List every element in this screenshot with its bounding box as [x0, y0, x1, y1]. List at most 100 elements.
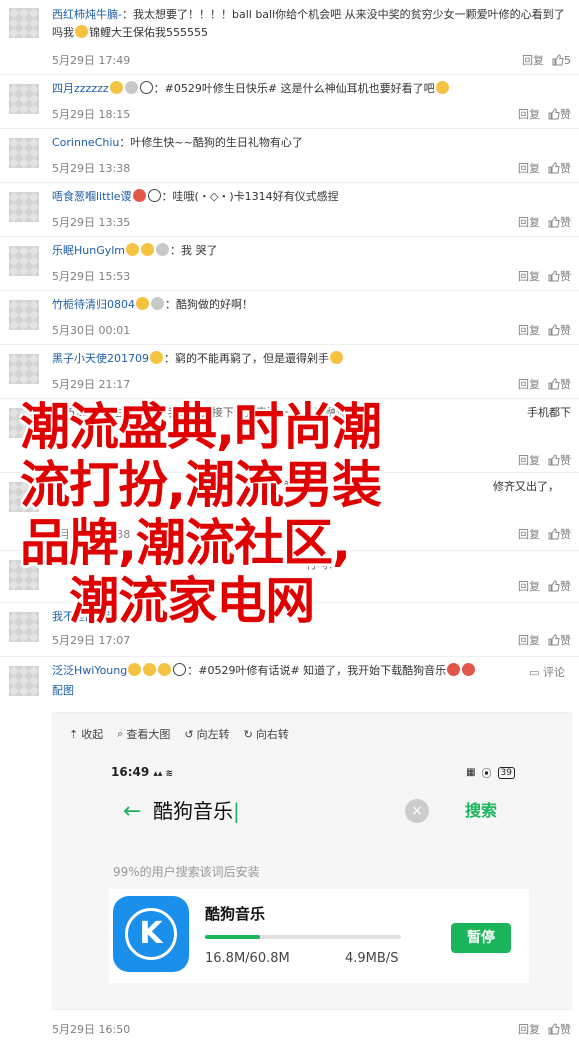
avatar[interactable]: [9, 246, 39, 276]
divider: [0, 602, 579, 603]
username[interactable]: 乐眠HunGylm: [52, 244, 125, 257]
thumb-up-icon: [548, 528, 560, 540]
timestamp: 5月29日 21:17: [52, 378, 131, 391]
thumb-up-icon: [548, 580, 560, 592]
thumb-up-icon: [548, 1023, 560, 1035]
username[interactable]: 我不是回-贷: [52, 610, 111, 623]
emoji-icon: [75, 25, 88, 38]
reply-button[interactable]: 回复: [518, 1021, 540, 1037]
comment-body: ：窮的不能再窮了，但是還得剁手: [164, 352, 329, 365]
avatar[interactable]: [9, 8, 39, 38]
username[interactable]: 泛泛HwiYoung: [52, 664, 127, 677]
avatar[interactable]: [9, 408, 39, 438]
avatar[interactable]: [9, 666, 39, 696]
image-toolbar: ⇡ 收起 ⌕ 查看大图 ↺ 向左转 ↻ 向右转: [69, 726, 289, 742]
comment-body: #0529叶修生日快乐# 我选了直接下载直表演一下... 速融速乐: [52, 406, 358, 419]
like-button[interactable]: 赞: [548, 452, 571, 468]
emoji-icon: [141, 243, 155, 256]
avatar[interactable]: [9, 560, 39, 590]
like-button[interactable]: 赞: [548, 268, 571, 284]
avatar[interactable]: [9, 612, 39, 642]
reply-button[interactable]: 回复: [518, 322, 540, 338]
emoji-icon: [330, 351, 343, 364]
username[interactable]: 四月zzzzzz: [52, 82, 109, 95]
thumb-up-icon: [548, 216, 560, 228]
overlay-line: 品牌,潮流社区,: [20, 514, 351, 572]
comment-button[interactable]: ▭ 评论: [529, 664, 565, 680]
reply-button[interactable]: 回复: [518, 526, 540, 542]
comment-meta: 回复赞: [52, 578, 571, 594]
badge-icon: [156, 243, 170, 256]
comment-body: 帅啊，希望...: [250, 480, 316, 493]
like-button[interactable]: 5: [552, 54, 571, 67]
avatar[interactable]: [9, 84, 39, 114]
attached-image[interactable]: ⇡ 收起 ⌕ 查看大图 ↺ 向左转 ↻ 向右转 16:49 ▴▴ ≋ ▦ ⦿ 39 ← 酷狗…: [52, 712, 572, 1010]
like-button[interactable]: 赞: [548, 160, 571, 176]
timestamp: 5月29日 13:38: [52, 162, 131, 175]
divider: [0, 472, 579, 473]
divider: [0, 344, 579, 345]
v-badge-icon: [136, 297, 149, 310]
avatar[interactable]: [9, 482, 39, 512]
pause-button[interactable]: 暂停: [451, 923, 511, 953]
reply-button[interactable]: 回复: [518, 376, 540, 392]
reply-button[interactable]: 回复: [518, 268, 540, 284]
avatar[interactable]: [9, 138, 39, 168]
comment-meta: 5月29日 17:07 回复赞: [52, 632, 571, 648]
like-button[interactable]: 赞: [548, 1021, 571, 1037]
like-button[interactable]: 赞: [548, 632, 571, 648]
comment-text: 黑子小天使201709 ：窮的不能再窮了，但是還得剁手: [52, 350, 571, 368]
reply-button[interactable]: 回复: [518, 214, 540, 230]
back-arrow-icon[interactable]: ←: [123, 799, 141, 824]
comment-text: 四月zzzzzz ：#0529叶修生日快乐# 这是什么神仙耳机也要好看了吧: [52, 80, 571, 98]
thumb-up-icon: [548, 634, 560, 646]
username[interactable]: 黑子小天使201709: [52, 352, 149, 365]
like-button[interactable]: 赞: [548, 376, 571, 392]
view-large-button[interactable]: ⌕ 查看大图: [117, 726, 170, 742]
avatar[interactable]: [9, 354, 39, 384]
search-button[interactable]: 搜索: [465, 793, 497, 829]
divider: [0, 182, 579, 183]
panda-icon: [173, 663, 187, 676]
emoji-icon: [158, 663, 172, 676]
timestamp: 5月29日 16:50: [52, 1023, 131, 1036]
like-button[interactable]: 赞: [548, 578, 571, 594]
timestamp: 5月30日 00:01: [52, 324, 131, 337]
reply-button[interactable]: 回复: [518, 160, 540, 176]
divider: [0, 290, 579, 291]
emoji-icon: [435, 81, 449, 94]
avatar[interactable]: [9, 300, 39, 330]
like-button[interactable]: 赞: [548, 526, 571, 542]
like-button[interactable]: 赞: [548, 106, 571, 122]
timestamp: 5月29日 15:53: [52, 270, 131, 283]
collapse-button[interactable]: ⇡ 收起: [69, 726, 103, 742]
install-hint: 99%的用户搜索该词后安装: [113, 865, 260, 879]
download-speed: 4.9MB/S: [345, 951, 399, 966]
reply-button[interactable]: 回复: [518, 578, 540, 594]
username[interactable]: CorinneChiu: [52, 136, 119, 149]
emoji-icon: [126, 243, 140, 256]
comment-text: 行吗？: [306, 556, 339, 574]
username[interactable]: 唔食葱嗰little谡: [52, 190, 132, 203]
like-button[interactable]: 赞: [548, 214, 571, 230]
search-input[interactable]: 酷狗音乐|: [153, 793, 240, 829]
reply-button[interactable]: 回复: [518, 632, 540, 648]
comment-icon: ▭: [529, 666, 540, 679]
collapse-icon: ⇡: [69, 727, 79, 741]
like-button[interactable]: 赞: [548, 322, 571, 338]
clear-icon[interactable]: ×: [405, 799, 429, 823]
username[interactable]: 西红柿炖牛腩-: [52, 8, 122, 21]
rotate-right-button[interactable]: ↻ 向右转: [244, 726, 289, 742]
v-badge-icon: [150, 351, 163, 364]
reply-button[interactable]: 回复: [522, 52, 544, 68]
rotate-left-button[interactable]: ↺ 向左转: [184, 726, 229, 742]
app-card[interactable]: K 酷狗音乐 16.8M/60.8M 4.9MB/S 暂停: [109, 889, 529, 983]
download-size: 16.8M/60.8M: [205, 951, 290, 966]
reply-button[interactable]: 回复: [518, 452, 540, 468]
attachment-link[interactable]: 配图: [52, 682, 571, 700]
divider: [0, 236, 579, 237]
username[interactable]: 竹栀待清归0804: [52, 298, 135, 311]
avatar[interactable]: [9, 192, 39, 222]
reply-button[interactable]: 回复: [518, 106, 540, 122]
comment-meta: 5月29日 21:17 回复赞: [52, 376, 571, 392]
